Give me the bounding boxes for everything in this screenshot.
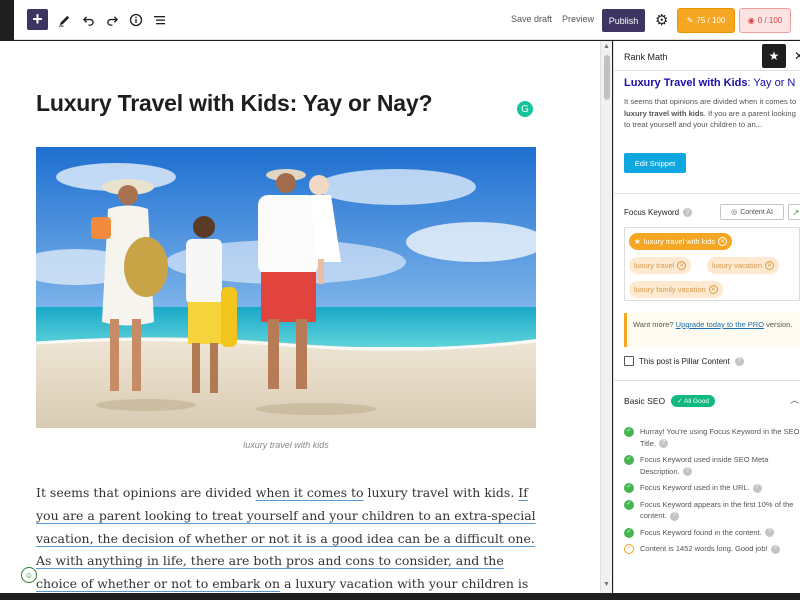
divider [614,193,800,194]
post-title[interactable]: Luxury Travel with Kids: Yay or Nay? [36,90,432,117]
editor-canvas: Luxury Travel with Kids: Yay or Nay? G l… [0,41,600,593]
help-icon[interactable]: ? [764,528,774,538]
image-caption[interactable]: luxury travel with kids [36,440,536,450]
remove-keyword-icon[interactable]: ✕ [765,261,775,270]
seo-check-list: ✓ Hurray! You're using Focus Keyword in … [624,426,800,560]
grammarly-icon[interactable]: G [517,101,533,117]
beach-family-image [36,147,536,428]
seo-score-button[interactable]: ✎ 75 / 100 [677,8,735,33]
undo-icon[interactable] [82,10,95,30]
remove-keyword-icon[interactable]: ✕ [718,237,728,246]
focus-keyword-input[interactable]: ★ luxury travel with kids ✕ luxury trave… [624,227,800,301]
list-item: ✓ Focus Keyword appears in the first 10%… [624,499,800,522]
add-block-button[interactable]: + [27,9,48,30]
preview-button[interactable]: Preview [562,14,594,24]
scroll-down-icon[interactable]: ▼ [603,581,610,588]
sidebar-header: Rank Math ★ ✕ [614,41,800,71]
check-icon: ✓ [624,455,634,465]
keyword-tag[interactable]: ★ luxury travel with kids ✕ [629,233,733,250]
focus-keyword-label: Focus Keyword ? [624,208,693,217]
scroll-up-icon[interactable]: ▲ [603,43,610,50]
chevron-up-icon[interactable]: ︿ [790,393,799,406]
all-good-badge: ✓ All Good [671,395,715,407]
keyword-tag[interactable]: luxury vacation ✕ [707,257,780,274]
check-icon: ✓ [624,427,634,437]
scrollbar-thumb[interactable] [604,55,610,100]
rank-math-sidebar: Rank Math ★ ✕ Luxury Travel with Kids: Y… [613,41,800,593]
help-icon[interactable]: ? [734,356,744,366]
help-icon[interactable]: ? [683,208,693,217]
content-ai-button[interactable]: ◎ Content AI [720,204,784,220]
wp-logo-strip[interactable] [0,0,14,40]
snippet-title: Luxury Travel with Kids: Yay or N [624,77,796,89]
help-icon[interactable]: ? [752,483,762,493]
info-icon: − [624,544,634,554]
star-icon: ★ [634,237,641,246]
list-item: ✓ Hurray! You're using Focus Keyword in … [624,426,800,449]
save-draft-button[interactable]: Save draft [511,14,552,24]
editor-toolbar: + Save draft Preview Publish ⚙ ✎ 75 / 10… [0,0,800,40]
readability-brain-icon: ◉ [747,16,755,25]
trends-chart-icon[interactable]: ↗ [788,204,800,220]
list-item: ✓ Focus Keyword found in the content.? [624,527,800,539]
settings-gear-icon[interactable]: ⚙ [655,11,668,29]
list-item: ✓ Focus Keyword used in the URL.? [624,482,800,494]
assistant-bot-icon[interactable]: ☺ [21,567,37,583]
check-icon: ✓ [624,499,634,510]
basic-seo-header[interactable]: Basic SEO ✓ All Good [624,395,715,407]
editor-scrollbar[interactable]: ▲ ▼ [600,41,612,593]
upgrade-promo: Want more? Upgrade today to the PRO vers… [624,313,800,347]
edit-snippet-button[interactable]: Edit Snippet [624,153,686,173]
details-info-icon[interactable] [129,10,143,30]
list-item: ✓ Focus Keyword used inside SEO Meta Des… [624,454,800,477]
help-icon[interactable]: ? [770,544,780,554]
star-pin-icon[interactable]: ★ [762,44,786,68]
snippet-description: It seems that opinions are divided when … [624,97,797,129]
check-icon: ✓ [624,483,634,493]
edit-tool-icon[interactable] [58,10,71,30]
publish-button[interactable]: Publish [602,9,645,32]
check-icon: ✓ [624,527,634,538]
keyword-tag[interactable]: luxury travel ✕ [629,257,692,274]
upgrade-pro-link[interactable]: Upgrade today to the PRO [676,320,764,329]
pillar-content-checkbox[interactable]: This post is Pillar Content ? [624,356,744,366]
featured-image[interactable] [36,147,536,428]
content-ai-icon: ◎ [731,209,738,216]
readability-score-button[interactable]: ◉ 0 / 100 [739,8,791,33]
close-icon[interactable]: ✕ [794,49,800,63]
sidebar-title: Rank Math [624,52,668,62]
keyword-tag[interactable]: luxury family vacation ✕ [629,281,723,298]
list-item: − Content is 1452 words long. Good job!? [624,543,800,555]
help-icon[interactable]: ? [658,439,668,449]
help-icon[interactable]: ? [669,511,679,521]
redo-icon[interactable] [106,10,119,30]
seo-score-icon: ✎ [686,16,694,25]
remove-keyword-icon[interactable]: ✕ [677,261,687,270]
list-view-icon[interactable] [153,10,167,30]
help-icon[interactable]: ? [682,467,692,477]
divider [614,380,800,381]
post-paragraph[interactable]: It seems that opinions are divided when … [36,482,548,593]
checkbox[interactable] [624,356,634,366]
remove-keyword-icon[interactable]: ✕ [708,285,718,294]
